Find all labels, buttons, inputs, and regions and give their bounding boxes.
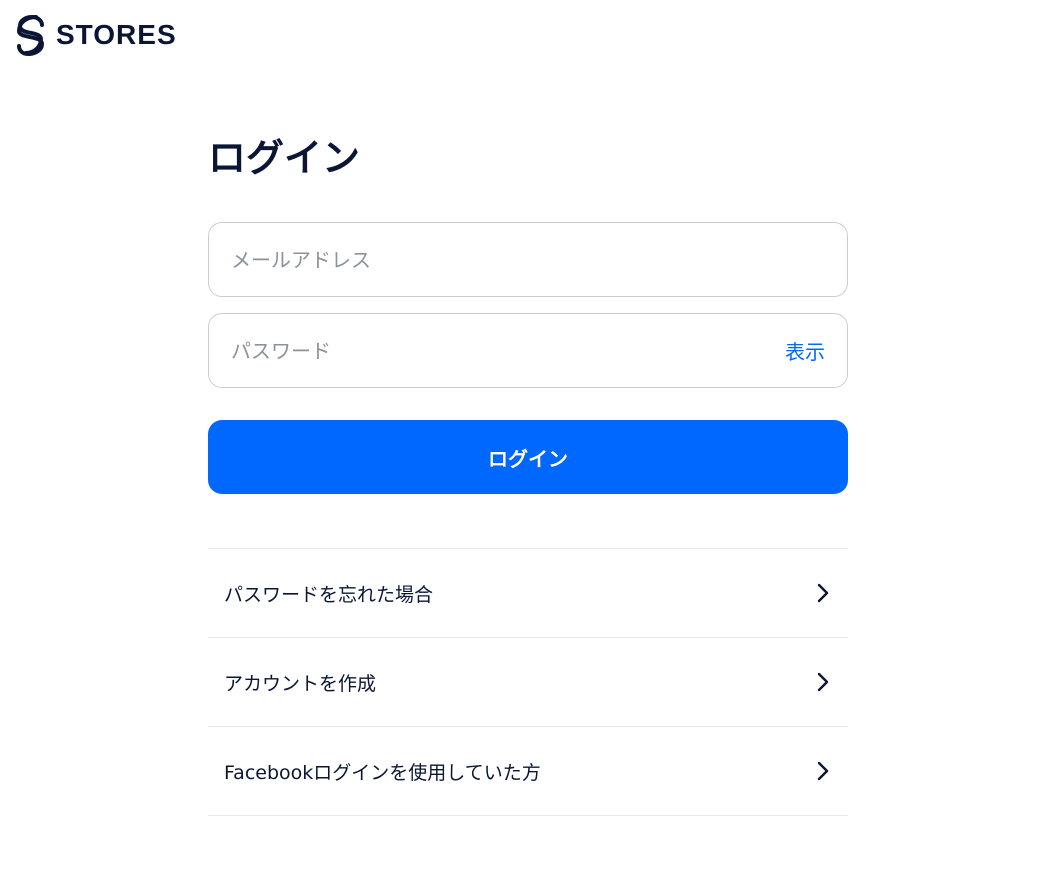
password-field-container[interactable]: 表示 xyxy=(208,313,848,388)
chevron-right-icon xyxy=(816,671,830,693)
login-form: ログイン 表示 ログイン パスワードを忘れた場合 アカウントを作成 Facebo… xyxy=(208,130,848,816)
email-field-container[interactable] xyxy=(208,222,848,297)
link-label: Facebookログインを使用していた方 xyxy=(224,761,541,784)
help-links: パスワードを忘れた場合 アカウントを作成 Facebookログインを使用していた… xyxy=(208,548,848,816)
page-title: ログイン xyxy=(208,136,361,180)
chevron-right-icon xyxy=(816,582,830,604)
create-account-link[interactable]: アカウントを作成 xyxy=(208,638,848,727)
chevron-right-icon xyxy=(816,760,830,782)
link-label: アカウントを作成 xyxy=(224,672,377,695)
email-field[interactable] xyxy=(231,247,825,272)
link-label: パスワードを忘れた場合 xyxy=(224,583,434,606)
login-button[interactable]: ログイン xyxy=(208,420,848,494)
brand-name: STORES xyxy=(56,19,177,50)
show-password-button[interactable]: 表示 xyxy=(785,336,825,365)
forgot-password-link[interactable]: パスワードを忘れた場合 xyxy=(208,549,848,638)
stores-logo-icon xyxy=(14,13,48,57)
password-field[interactable] xyxy=(231,338,785,363)
brand-logo[interactable]: STORES xyxy=(14,12,177,58)
facebook-login-link[interactable]: Facebookログインを使用していた方 xyxy=(208,727,848,816)
